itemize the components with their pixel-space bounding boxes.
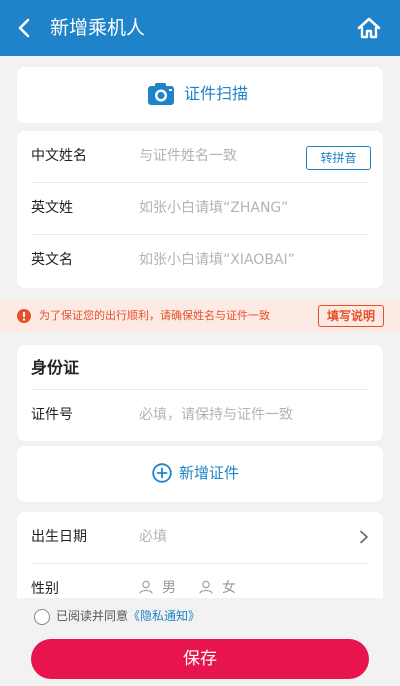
english-surname-label: 英文姓 bbox=[31, 200, 73, 216]
male-person-icon bbox=[139, 580, 153, 594]
plus-circle-icon bbox=[152, 463, 172, 483]
english-given-name-label: 英文名 bbox=[31, 252, 73, 268]
birth-date-label: 出生日期 bbox=[31, 529, 87, 545]
home-icon[interactable] bbox=[356, 15, 382, 41]
birth-date-row[interactable]: 出生日期 必填 bbox=[17, 512, 383, 564]
id-number-row: 证件号 必填，请保持与证件一致 bbox=[17, 390, 383, 442]
back-arrow-icon[interactable] bbox=[14, 16, 36, 40]
english-given-name-row: 英文名 如张小白请填“XIAOBAI” bbox=[17, 235, 383, 287]
chevron-right-icon bbox=[360, 530, 368, 544]
name-notice-bar: 为了保证您的出行顺利，请确保姓名与证件一致 填写说明 bbox=[0, 300, 400, 332]
gender-label: 性别 bbox=[31, 581, 59, 597]
birth-date-input[interactable]: 必填 bbox=[139, 527, 167, 547]
warning-icon bbox=[17, 309, 31, 323]
agreement-checkbox[interactable] bbox=[34, 609, 50, 625]
id-type-title[interactable]: 身份证 bbox=[31, 357, 79, 379]
id-number-input[interactable]: 必填，请保持与证件一致 bbox=[139, 405, 293, 425]
gender-male-option[interactable]: 男 bbox=[162, 578, 176, 598]
convert-pinyin-button[interactable]: 转拼音 bbox=[306, 146, 371, 170]
chinese-name-label: 中文姓名 bbox=[31, 148, 87, 164]
chinese-name-input[interactable]: 与证件姓名一致 bbox=[139, 146, 237, 166]
page-title: 新增乘机人 bbox=[50, 17, 146, 39]
id-section: 身份证 证件号 必填，请保持与证件一致 bbox=[17, 345, 383, 441]
save-button[interactable]: 保存 bbox=[31, 639, 369, 679]
app-header: 新增乘机人 bbox=[0, 0, 400, 56]
name-section: 中文姓名 与证件姓名一致 转拼音 英文姓 如张小白请填“ZHANG” 英文名 如… bbox=[17, 131, 383, 288]
english-surname-row: 英文姓 如张小白请填“ZHANG” bbox=[17, 183, 383, 235]
notice-text: 为了保证您的出行顺利，请确保姓名与证件一致 bbox=[39, 309, 270, 322]
english-surname-input[interactable]: 如张小白请填“ZHANG” bbox=[139, 198, 288, 218]
add-certificate-button[interactable]: 新增证件 bbox=[17, 446, 383, 502]
female-person-icon bbox=[199, 580, 213, 594]
camera-icon bbox=[148, 83, 174, 105]
add-certificate-label: 新增证件 bbox=[179, 464, 240, 482]
chinese-name-row: 中文姓名 与证件姓名一致 转拼音 bbox=[17, 131, 383, 183]
english-given-name-input[interactable]: 如张小白请填“XIAOBAI” bbox=[139, 250, 295, 270]
privacy-notice-link[interactable]: 《隐私通知》 bbox=[128, 607, 200, 625]
scan-certificate-button[interactable]: 证件扫描 bbox=[17, 67, 383, 123]
scan-label: 证件扫描 bbox=[184, 84, 249, 103]
fill-instructions-button[interactable]: 填写说明 bbox=[318, 305, 384, 327]
id-number-label: 证件号 bbox=[31, 407, 73, 423]
gender-female-option[interactable]: 女 bbox=[222, 578, 236, 598]
agreement-text: 已阅读并同意 bbox=[56, 609, 129, 623]
